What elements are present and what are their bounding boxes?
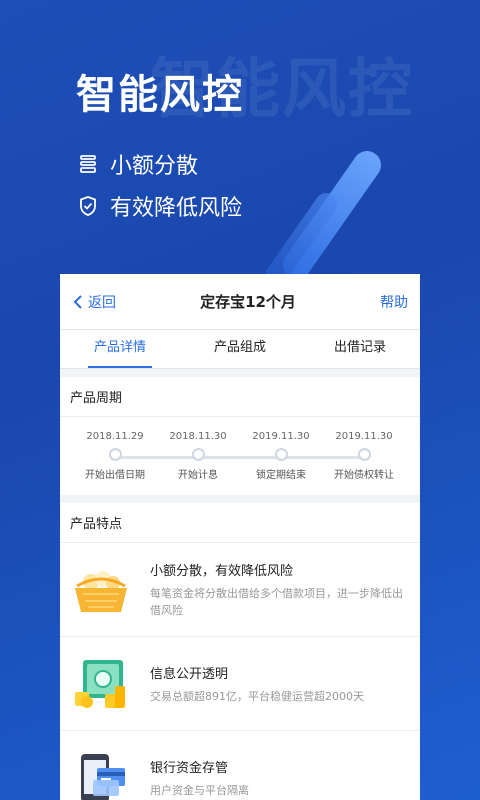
coin-stack-icon [80, 155, 96, 173]
step-label: 锁定期结束 [256, 470, 306, 481]
step-date: 2019.11.30 [252, 431, 310, 442]
feature-desc: 用户资金与平台隔离 [150, 783, 249, 797]
feature-desc: 每笔资金将分散出借给多个借款项目，进一步降低出借风险 [150, 587, 403, 617]
timeline-step: 2018.11.30 开始计息 [153, 417, 243, 481]
chevron-left-icon [73, 294, 82, 309]
feature-item: 小额分散，有效降低风险 每笔资金将分散出借给多个借款项目，进一步降低出借风险 [60, 543, 420, 637]
safe-icon [70, 656, 132, 712]
timeline-step: 2018.11.29 开始出借日期 [70, 417, 160, 481]
step-date: 2018.11.29 [86, 431, 144, 442]
product-cycle-section: 产品周期 2018.11.29 开始出借日期 2018.11.30 开始计息 2… [60, 377, 420, 495]
section-title: 产品周期 [60, 377, 420, 417]
basket-icon [70, 562, 132, 618]
step-date: 2019.11.30 [335, 431, 393, 442]
hero-feature-2: 有效降低风险 [78, 190, 242, 222]
feature-item: 银行资金存管 用户资金与平台隔离 [60, 731, 420, 800]
step-date: 2018.11.30 [169, 431, 227, 442]
back-button[interactable]: 返回 [72, 292, 116, 312]
step-dot [108, 448, 122, 461]
shield-check-icon [80, 196, 96, 216]
step-label: 开始出借日期 [85, 470, 145, 481]
feature-item: 信息公开透明 交易总额超891亿，平台稳健运营超2000天 [60, 637, 420, 731]
help-button[interactable]: 帮助 [380, 292, 408, 312]
hero-feature-1: 小额分散 [78, 148, 198, 180]
hero-feature-text: 小额分散 [110, 154, 199, 179]
step-label: 开始计息 [178, 470, 218, 481]
phone-screen-card: 返回 定存宝12个月 帮助 产品详情 产品组成 出借记录 产品周期 2018.1… [60, 274, 420, 800]
feature-title: 信息公开透明 [150, 666, 229, 682]
tab-bar: 产品详情 产品组成 出借记录 [60, 330, 420, 369]
nav-bar: 返回 定存宝12个月 帮助 [60, 274, 420, 330]
step-dot [357, 448, 371, 461]
product-features-section: 产品特点 小额分散，有效降低风险 每笔资金将分散出借给多个借款项目，进一步降低出… [60, 503, 420, 800]
step-dot [274, 448, 288, 461]
feature-desc: 交易总额超891亿，平台稳健运营超2000天 [150, 689, 364, 703]
feature-title: 小额分散，有效降低风险 [150, 564, 294, 579]
tab-product-composition[interactable]: 产品组成 [180, 330, 300, 368]
step-dot [191, 448, 205, 461]
page-title: 定存宝12个月 [200, 293, 296, 311]
tab-product-details[interactable]: 产品详情 [60, 330, 180, 368]
hero-title: 智能风控 [76, 72, 244, 118]
hero-feature-text: 有效降低风险 [110, 196, 243, 221]
tab-lending-records[interactable]: 出借记录 [300, 330, 420, 368]
step-label: 开始债权转让 [334, 470, 394, 481]
timeline-step: 2019.11.30 锁定期结束 [236, 417, 326, 481]
feature-title: 银行资金存管 [150, 760, 229, 776]
bank-card-icon [70, 750, 132, 800]
timeline: 2018.11.29 开始出借日期 2018.11.30 开始计息 2019.1… [60, 417, 420, 495]
section-title: 产品特点 [60, 503, 420, 543]
timeline-step: 2019.11.30 开始债权转让 [319, 417, 409, 481]
back-label: 返回 [88, 294, 116, 311]
